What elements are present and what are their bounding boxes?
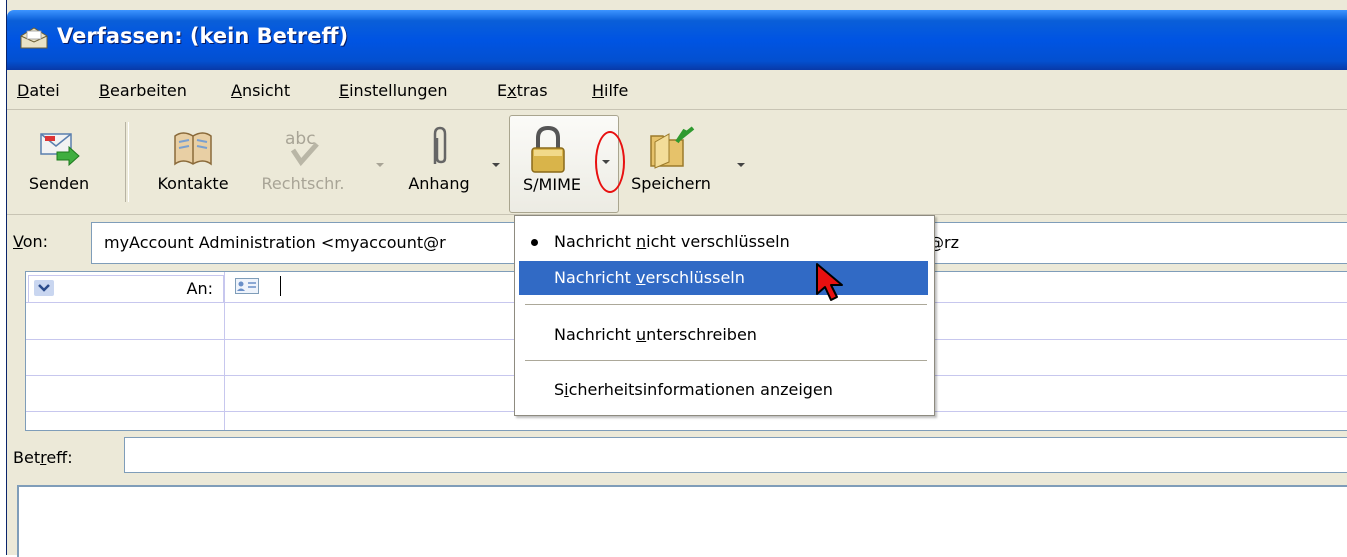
- send-button[interactable]: Senden: [9, 112, 109, 208]
- subject-input[interactable]: [124, 437, 1347, 473]
- address-book-icon: [174, 132, 212, 166]
- menu-item-no-encrypt-label: Nachricht nicht verschlüsseln: [554, 232, 790, 251]
- paperclip-icon: [433, 126, 447, 164]
- menu-hilfe[interactable]: Hilfe: [592, 81, 628, 100]
- menu-bar: Datei Bearbeiten Ansicht Einstellungen E…: [7, 73, 1347, 110]
- from-value: myAccount Administration <myaccount@r: [104, 233, 446, 252]
- toolbar: Senden Kontakte abc Rechtschr. Anhang S/…: [7, 112, 1347, 215]
- save-button[interactable]: Speichern: [619, 112, 723, 208]
- contacts-button[interactable]: Kontakte: [141, 112, 245, 208]
- toolbar-separator: [125, 122, 129, 202]
- contacts-label: Kontakte: [157, 174, 229, 193]
- address-row[interactable]: [26, 340, 224, 375]
- menu-item-no-encrypt[interactable]: Nachricht nicht verschlüsseln: [519, 225, 928, 259]
- contact-card-icon: [235, 278, 259, 294]
- menu-item-security-info-label: Sicherheitsinformationen anzeigen: [554, 380, 833, 399]
- address-type-select[interactable]: An:: [28, 275, 224, 303]
- menu-item-sign[interactable]: Nachricht unterschreiben: [519, 318, 928, 352]
- title-bar: Verfassen: (kein Betreff): [7, 10, 1347, 70]
- send-icon: [40, 133, 80, 167]
- address-type-label: An:: [186, 279, 213, 298]
- address-row[interactable]: [26, 376, 224, 411]
- menu-item-sign-label: Nachricht unterschreiben: [554, 325, 757, 344]
- menu-item-encrypt-label: Nachricht verschlüsseln: [554, 268, 745, 287]
- attach-label: Anhang: [408, 174, 470, 193]
- spellcheck-icon: abc: [285, 129, 319, 167]
- subject-label: Betreff:: [13, 448, 73, 467]
- menu-separator: [525, 360, 927, 361]
- spellcheck-label: Rechtschr.: [261, 174, 345, 193]
- lock-icon: [531, 125, 565, 173]
- menu-einstellungen[interactable]: Einstellungen: [339, 81, 447, 100]
- address-row[interactable]: [26, 303, 224, 339]
- save-dropdown-icon[interactable]: [737, 163, 745, 167]
- menu-datei[interactable]: Datei: [17, 81, 60, 100]
- from-label: Von:: [13, 232, 49, 251]
- attach-dropdown-icon[interactable]: [492, 163, 500, 167]
- compose-window: Verfassen: (kein Betreff) Datei Bearbeit…: [6, 0, 1347, 557]
- spellcheck-dropdown-icon: [376, 163, 384, 167]
- address-grid-divider: [224, 272, 225, 430]
- attach-button[interactable]: Anhang: [393, 112, 485, 208]
- menu-separator: [525, 304, 927, 305]
- chevron-down-icon: [34, 280, 54, 296]
- menu-extras[interactable]: Extras: [497, 81, 548, 100]
- smime-label: S/MIME: [523, 175, 581, 194]
- svg-text:abc: abc: [285, 129, 316, 149]
- mouse-pointer-icon: [816, 263, 843, 301]
- smime-dropdown-menu: Nachricht nicht verschlüsseln Nachricht …: [514, 215, 935, 416]
- menu-bearbeiten[interactable]: Bearbeiten: [99, 81, 187, 100]
- window-title: Verfassen: (kein Betreff): [57, 24, 349, 48]
- save-label: Speichern: [631, 174, 711, 193]
- menu-ansicht[interactable]: Ansicht: [231, 81, 290, 100]
- menu-item-encrypt[interactable]: Nachricht verschlüsseln: [519, 261, 928, 295]
- message-body[interactable]: [17, 485, 1347, 557]
- checked-bullet-icon: [531, 239, 538, 246]
- text-cursor: [280, 276, 281, 296]
- compose-icon: [20, 27, 48, 49]
- annotation-circle: [595, 131, 625, 193]
- send-label: Senden: [28, 174, 90, 193]
- save-folder-icon: [650, 126, 695, 169]
- spellcheck-button[interactable]: abc Rechtschr.: [243, 112, 363, 208]
- menu-item-security-info[interactable]: Sicherheitsinformationen anzeigen: [519, 373, 928, 407]
